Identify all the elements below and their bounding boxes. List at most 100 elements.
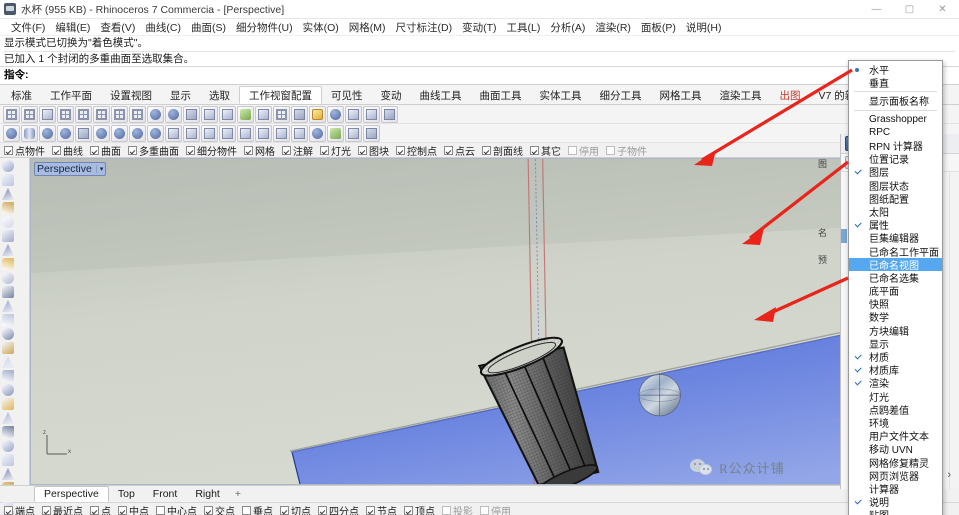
side-tool-12-icon[interactable] <box>1 327 15 341</box>
toolbar2-button-0-icon[interactable] <box>3 124 20 142</box>
side-tool-13-icon[interactable] <box>1 341 15 355</box>
toolbar2-button-10-icon[interactable] <box>183 124 200 142</box>
side-tool-1-icon[interactable] <box>1 173 15 187</box>
panel-menu-item-17[interactable]: 已命名选集 <box>849 271 942 285</box>
panel-menu-item-1[interactable]: 垂直 <box>849 76 942 90</box>
checkbox-icon[interactable] <box>128 145 137 155</box>
toolbar-tab-3[interactable]: 显示 <box>161 85 200 104</box>
checkbox-icon[interactable] <box>482 145 491 155</box>
viewport-tab-0[interactable]: Perspective <box>34 486 109 502</box>
checkbox-icon[interactable] <box>320 145 329 155</box>
panel-menu-item-8[interactable]: 位置记录 <box>849 152 942 166</box>
osnap-8[interactable]: 四分点 <box>318 503 359 515</box>
object-filter-8[interactable]: 图块 <box>358 143 389 158</box>
object-filter-10[interactable]: 点云 <box>444 143 475 158</box>
toolbar1-button-12-icon[interactable] <box>219 105 236 123</box>
side-tool-9-icon[interactable] <box>1 285 15 299</box>
side-tool-17-icon[interactable] <box>1 397 15 411</box>
toolbar1-button-5-icon[interactable] <box>93 105 110 123</box>
menu-item-0[interactable]: 文件(F) <box>6 19 50 36</box>
panel-menu-item-27[interactable]: 点鸥差值 <box>849 403 942 417</box>
toolbar2-button-20-icon[interactable] <box>363 124 380 142</box>
side-tool-22-icon[interactable] <box>1 467 15 481</box>
toolbar2-button-8-icon[interactable] <box>147 124 164 142</box>
toolbar1-button-7-icon[interactable] <box>129 105 146 123</box>
menu-item-14[interactable]: 说明(H) <box>681 19 727 36</box>
panel-menu-item-29[interactable]: 用户文件文本 <box>849 429 942 443</box>
toolbar2-button-17-icon[interactable] <box>309 124 326 142</box>
object-filter-9[interactable]: 控制点 <box>396 143 437 158</box>
toolbar1-button-9-icon[interactable] <box>165 105 182 123</box>
object-filter-0[interactable]: 点物件 <box>4 143 45 158</box>
checkbox-icon[interactable] <box>280 505 289 515</box>
side-tool-16-icon[interactable] <box>1 383 15 397</box>
toolbar-tab-11[interactable]: 细分工具 <box>591 85 651 104</box>
osnap-4[interactable]: 中心点 <box>156 503 197 515</box>
object-filter-14[interactable]: 子物件 <box>606 143 647 158</box>
toolbar1-button-3-icon[interactable] <box>57 105 74 123</box>
viewport-tab-2[interactable]: Front <box>144 487 187 501</box>
panel-menu-item-3[interactable]: 显示面板名称 <box>849 94 942 108</box>
menu-item-1[interactable]: 编辑(E) <box>50 19 95 36</box>
menu-item-3[interactable]: 曲线(C) <box>140 19 186 36</box>
side-tool-0-icon[interactable] <box>1 159 15 173</box>
checkbox-icon[interactable] <box>318 505 327 515</box>
toolbar2-button-2-icon[interactable] <box>39 124 56 142</box>
checkbox-icon[interactable] <box>90 505 99 515</box>
side-tool-21-icon[interactable] <box>1 453 15 467</box>
toolbar1-button-13-icon[interactable] <box>237 105 254 123</box>
toolbar-tab-13[interactable]: 渲染工具 <box>711 85 771 104</box>
panel-menu-item-30[interactable]: 移动 UVN <box>849 442 942 456</box>
toolbar2-button-5-icon[interactable] <box>93 124 110 142</box>
checkbox-icon[interactable] <box>244 145 253 155</box>
toolbar-tab-9[interactable]: 曲面工具 <box>471 85 531 104</box>
toolbar-tab-2[interactable]: 设置视图 <box>101 85 161 104</box>
panel-menu-item-11[interactable]: 图纸配置 <box>849 192 942 206</box>
menu-item-12[interactable]: 渲染(R) <box>590 19 636 36</box>
toolbar1-button-8-icon[interactable] <box>147 105 164 123</box>
panel-scrollbar[interactable] <box>949 172 959 489</box>
toolbar2-button-11-icon[interactable] <box>201 124 218 142</box>
menu-item-7[interactable]: 网格(M) <box>344 19 391 36</box>
object-filter-11[interactable]: 剖面线 <box>482 143 523 158</box>
command-prompt[interactable]: 指令: <box>0 67 959 85</box>
toolbar-tab-4[interactable]: 选取 <box>200 85 239 104</box>
viewport-tab-4[interactable]: + <box>229 487 247 501</box>
side-tool-14-icon[interactable] <box>1 355 15 369</box>
toolbar2-button-15-icon[interactable] <box>273 124 290 142</box>
checkbox-icon[interactable] <box>242 505 251 515</box>
panel-menu-item-16[interactable]: 已命名视图 <box>849 257 942 272</box>
panel-menu-item-7[interactable]: RPN 计算器 <box>849 139 942 153</box>
toolbar1-button-0-icon[interactable] <box>3 105 20 123</box>
toolbar1-button-16-icon[interactable] <box>291 105 308 123</box>
toolbar1-button-4-icon[interactable] <box>75 105 92 123</box>
panel-menu-item-5[interactable]: Grasshopper <box>849 113 942 126</box>
side-tool-6-icon[interactable] <box>1 243 15 257</box>
menu-item-13[interactable]: 面板(P) <box>636 19 681 36</box>
object-filter-1[interactable]: 曲线 <box>52 143 83 158</box>
menu-item-6[interactable]: 实体(O) <box>298 19 344 36</box>
osnap-1[interactable]: 最近点 <box>42 503 83 515</box>
toolbar1-button-14-icon[interactable] <box>255 105 272 123</box>
panel-menu-item-35[interactable]: 贴图 <box>849 508 942 515</box>
checkbox-icon[interactable] <box>156 505 165 515</box>
osnap-12[interactable]: 停用 <box>480 503 511 515</box>
toolbar2-button-14-icon[interactable] <box>255 124 272 142</box>
panels-context-menu[interactable]: 水平 垂直 显示面板名称 Grasshopper RPC RPN 计算器 位置记录 图层 图层状… <box>848 60 943 515</box>
panel-menu-item-9[interactable]: 图层 <box>849 165 942 179</box>
panel-menu-item-13[interactable]: 属性 <box>849 218 942 232</box>
checkbox-icon[interactable] <box>404 505 413 515</box>
checkbox-icon[interactable] <box>606 145 615 155</box>
object-filter-7[interactable]: 灯光 <box>320 143 351 158</box>
menu-item-8[interactable]: 尺寸标注(D) <box>391 19 458 36</box>
toolbar1-button-6-icon[interactable] <box>111 105 128 123</box>
side-tool-10-icon[interactable] <box>1 299 15 313</box>
toolbar2-button-9-icon[interactable] <box>165 124 182 142</box>
panel-menu-item-33[interactable]: 计算器 <box>849 482 942 496</box>
osnap-3[interactable]: 中点 <box>118 503 149 515</box>
checkbox-icon[interactable] <box>568 145 577 155</box>
panel-menu-item-10[interactable]: 图层状态 <box>849 179 942 193</box>
osnap-5[interactable]: 交点 <box>204 503 235 515</box>
viewport-tab-3[interactable]: Right <box>186 487 229 501</box>
panel-menu-item-28[interactable]: 环境 <box>849 416 942 430</box>
